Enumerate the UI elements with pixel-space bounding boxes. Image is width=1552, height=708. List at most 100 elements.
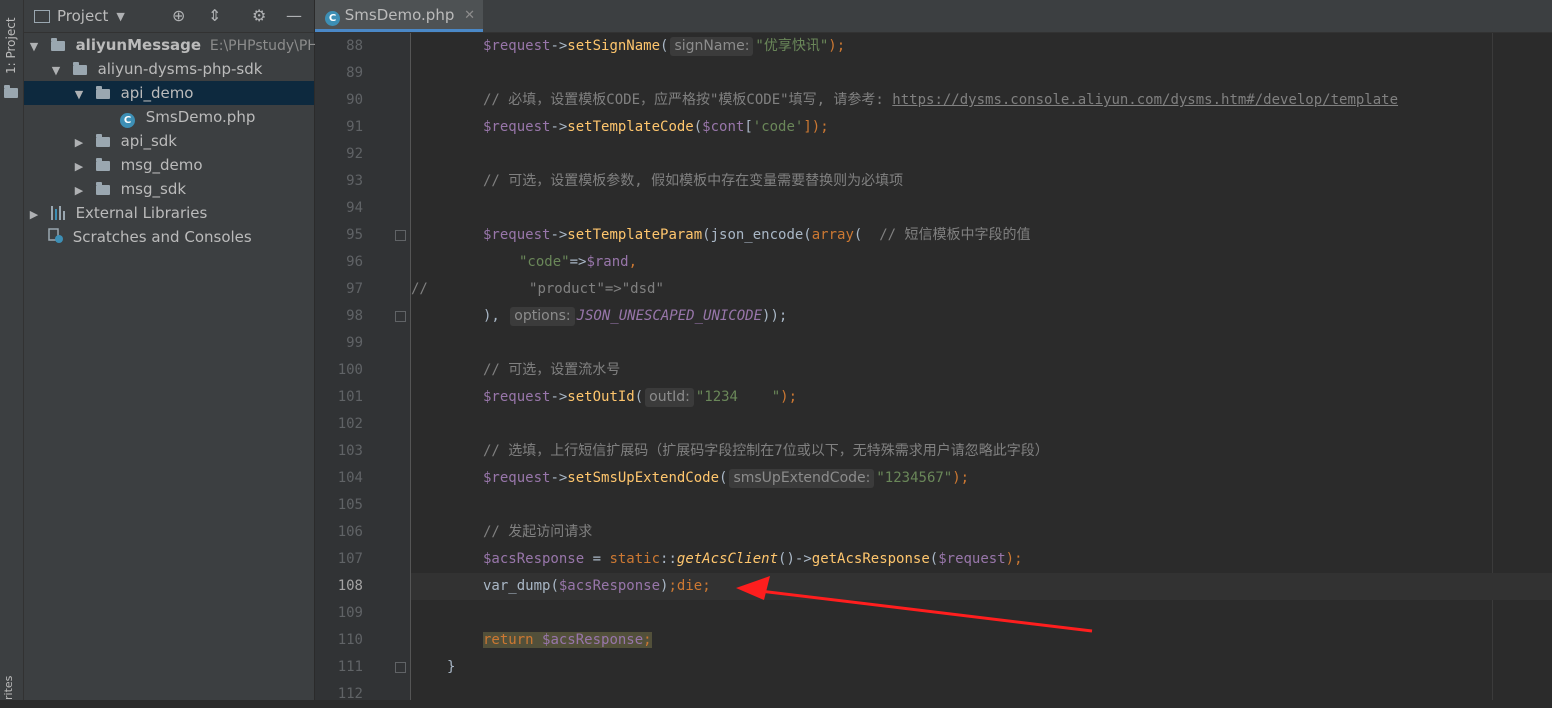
line-number: 93 xyxy=(346,173,363,189)
line-number: 99 xyxy=(346,335,363,351)
line-number: 88 xyxy=(346,38,363,54)
minimize-icon[interactable]: — xyxy=(286,6,302,25)
tree-item-smsdemo[interactable]: C SmsDemo.php xyxy=(24,105,314,129)
project-tool-tab[interactable]: 1: Project xyxy=(2,6,20,78)
code-line-90: // 必填，设置模板CODE，应严格按"模板CODE"填写, 请参考: http… xyxy=(483,92,1399,108)
parameter-hint: smsUpExtendCode: xyxy=(729,469,875,488)
line-number: 112 xyxy=(337,686,363,702)
project-view-selector[interactable]: Project xyxy=(57,7,108,25)
code-line-103: // 选填，上行短信扩展码（扩展码字段控制在7位或以下，无特殊需求用户请忽略此字… xyxy=(483,443,1049,459)
line-number-gutter[interactable]: 88 89 90 91 92 93 94 95 96 97 98 99 100 … xyxy=(315,33,411,702)
code-line-88: $request->setSignName(signName: "优享快讯"); xyxy=(483,37,846,56)
line-number: 102 xyxy=(337,416,363,432)
line-number: 96 xyxy=(346,254,363,270)
line-number: 107 xyxy=(337,551,363,567)
project-window-icon xyxy=(34,9,50,23)
fold-marker-icon[interactable] xyxy=(395,662,406,673)
parameter-hint: signName: xyxy=(670,37,754,56)
parameter-hint: options: xyxy=(510,307,575,326)
code-line-106: // 发起访问请求 xyxy=(483,524,593,540)
line-number: 103 xyxy=(337,443,363,459)
code-editor[interactable]: $request->setSignName(signName: "优享快讯"); … xyxy=(411,33,1552,700)
line-number: 91 xyxy=(346,119,363,135)
code-line-95: $request->setTemplateParam(json_encode(a… xyxy=(483,227,1031,243)
chevron-down-icon[interactable]: ▼ xyxy=(26,35,42,59)
line-number: 92 xyxy=(346,146,363,162)
line-number: 101 xyxy=(337,389,363,405)
scratches-icon xyxy=(48,227,64,243)
chevron-down-icon[interactable]: ▼ xyxy=(48,59,64,83)
tree-item-sdk[interactable]: ▼ aliyun-dysms-php-sdk xyxy=(24,57,314,81)
php-class-icon: C xyxy=(325,11,340,26)
line-number: 105 xyxy=(337,497,363,513)
tool-window-strip: 1: Project rites xyxy=(0,0,24,700)
folder-icon xyxy=(95,182,110,195)
tab-label: SmsDemo.php xyxy=(344,6,455,24)
line-number: 100 xyxy=(337,362,363,378)
line-number: 111 xyxy=(337,659,363,675)
code-line-91: $request->setTemplateCode($cont['code'])… xyxy=(483,119,829,135)
code-line-110: return $acsResponse; xyxy=(483,632,652,648)
folder-icon xyxy=(72,62,87,75)
tree-item-external-libraries[interactable]: ▶ External Libraries xyxy=(24,201,314,225)
chevron-down-icon[interactable]: ▼ xyxy=(71,83,87,107)
tree-item-label: api_demo xyxy=(120,84,194,102)
fold-marker-icon[interactable] xyxy=(395,311,406,322)
line-number: 90 xyxy=(346,92,363,108)
tree-item-api-sdk[interactable]: ▶ api_sdk xyxy=(24,129,314,153)
php-class-icon: C xyxy=(120,113,135,128)
project-tool-tab-label: 1: Project xyxy=(4,17,18,74)
folder-icon xyxy=(95,134,110,147)
tree-item-root[interactable]: ▼ aliyunMessage E:\PHPstudy\PHP xyxy=(24,33,327,59)
code-line-93: // 可选，设置模板参数, 假如模板中存在变量需要替换则为必填项 xyxy=(483,173,904,189)
line-number: 95 xyxy=(346,227,363,243)
tree-item-label: Scratches and Consoles xyxy=(72,228,252,246)
project-panel-header: Project ▼ ⊕ ⇕ ⚙ — xyxy=(24,0,314,33)
code-line-101: $request->setOutId(outId: "1234 "); xyxy=(483,388,797,407)
favorites-tool-tab[interactable]: rites xyxy=(2,676,15,700)
locate-target-icon[interactable]: ⊕ xyxy=(172,6,185,25)
tree-item-label: api_sdk xyxy=(120,132,177,150)
line-number: 97 xyxy=(346,281,363,297)
chevron-down-icon[interactable]: ▼ xyxy=(116,10,124,23)
gear-icon[interactable]: ⚙ xyxy=(252,6,266,25)
code-line-104: $request->setSmsUpExtendCode(smsUpExtend… xyxy=(483,469,970,488)
tree-item-scratches[interactable]: Scratches and Consoles xyxy=(24,225,314,249)
line-number-current: 108 xyxy=(337,578,363,594)
folder-icon xyxy=(95,86,110,99)
library-icon xyxy=(50,206,67,220)
code-line-100: // 可选，设置流水号 xyxy=(483,362,621,378)
line-number: 89 xyxy=(346,65,363,81)
chevron-right-icon[interactable]: ▶ xyxy=(71,131,87,155)
code-line-97: // "product"=>"dsd" xyxy=(411,281,664,297)
tree-item-msg-demo[interactable]: ▶ msg_demo xyxy=(24,153,314,177)
tree-item-api-demo[interactable]: ▼ api_demo xyxy=(24,81,314,105)
line-number: 110 xyxy=(337,632,363,648)
code-line-98: ), options: JSON_UNESCAPED_UNICODE)); xyxy=(483,307,788,326)
chevron-right-icon[interactable]: ▶ xyxy=(71,155,87,179)
tree-item-label: msg_demo xyxy=(120,156,203,174)
tree-item-label: SmsDemo.php xyxy=(145,108,256,126)
tree-item-label: aliyun-dysms-php-sdk xyxy=(97,60,263,78)
tree-item-path: E:\PHPstudy\PHP xyxy=(209,38,327,54)
folder-icon xyxy=(95,158,110,171)
close-icon[interactable]: ✕ xyxy=(464,0,475,31)
collapse-all-icon[interactable]: ⇕ xyxy=(208,6,221,25)
folder-icon xyxy=(50,38,65,51)
line-number: 109 xyxy=(337,605,363,621)
tab-smsdemo[interactable]: C SmsDemo.php ✕ xyxy=(315,0,483,32)
tree-item-msg-sdk[interactable]: ▶ msg_sdk xyxy=(24,177,314,201)
tree-item-label: External Libraries xyxy=(75,204,208,222)
doc-link[interactable]: https://dysms.console.aliyun.com/dysms.h… xyxy=(892,92,1398,108)
code-line-108: var_dump($acsResponse);die; xyxy=(483,578,711,594)
line-number: 98 xyxy=(346,308,363,324)
fold-marker-icon[interactable] xyxy=(395,230,406,241)
code-line-96: "code"=>$rand, xyxy=(519,254,638,270)
parameter-hint: outId: xyxy=(645,388,694,407)
project-panel: Project ▼ ⊕ ⇕ ⚙ — ▼ aliyunMessage E:\PHP… xyxy=(24,0,327,700)
chevron-right-icon[interactable]: ▶ xyxy=(26,203,42,227)
chevron-right-icon[interactable]: ▶ xyxy=(71,179,87,203)
line-number: 94 xyxy=(346,200,363,216)
code-line-111: } xyxy=(447,659,456,675)
folder-icon xyxy=(4,82,18,101)
